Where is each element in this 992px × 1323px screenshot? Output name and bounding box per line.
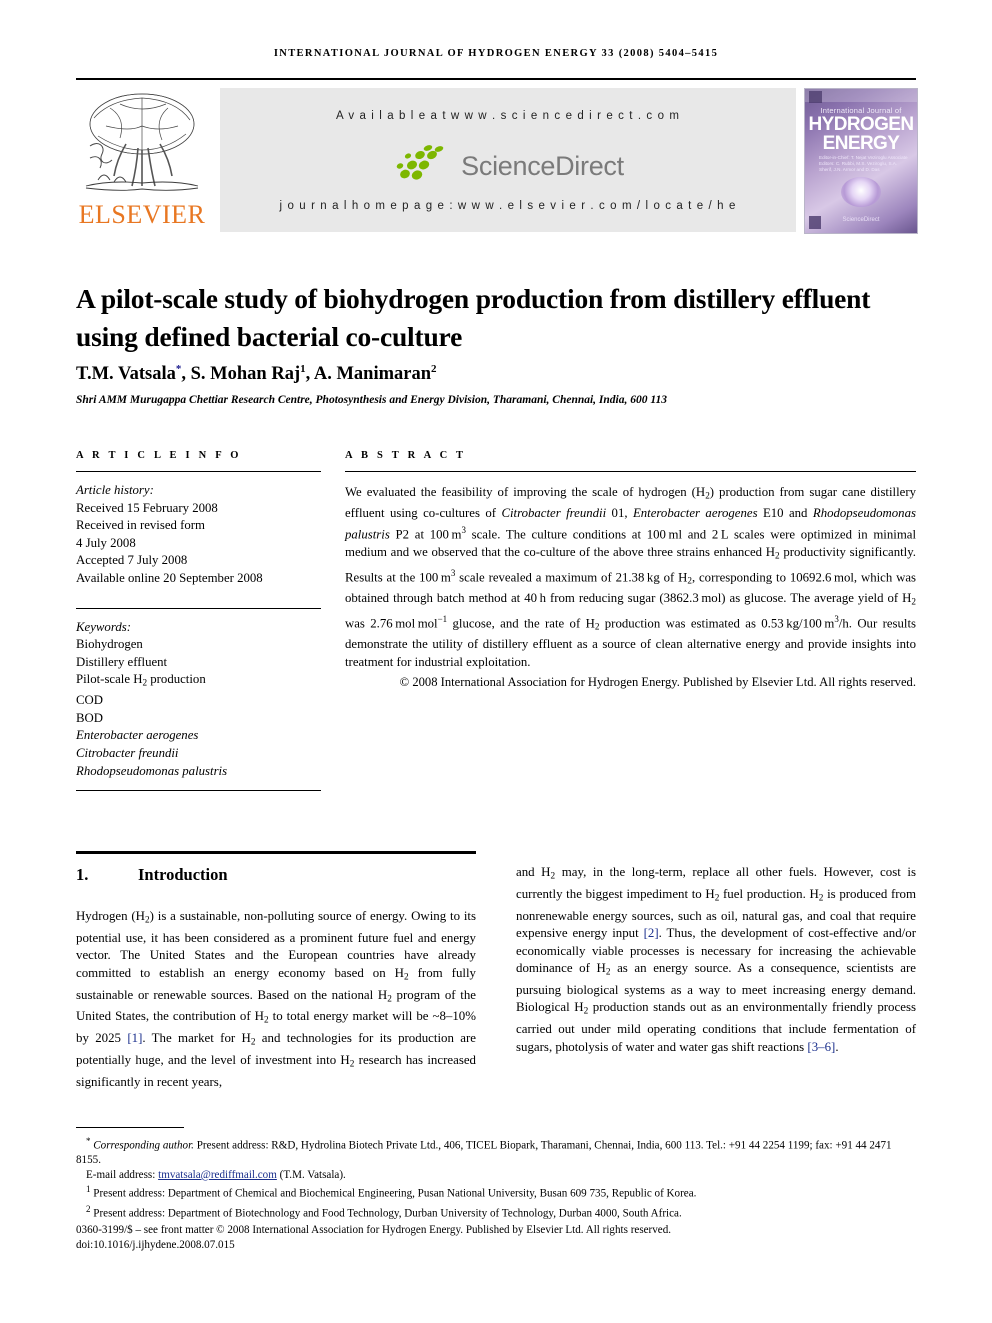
history-item: 4 July 2008: [76, 535, 136, 550]
cover-bottom-badge: [809, 216, 821, 229]
footnote-note-1: 1 Present address: Department of Chemica…: [76, 1182, 916, 1201]
footnote-note-1-text: Present address: Department of Chemical …: [93, 1188, 697, 1201]
abstract-copyright: © 2008 International Association for Hyd…: [399, 674, 916, 689]
abstract-block: A B S T R A C T We evaluated the feasibi…: [345, 450, 916, 691]
email-link[interactable]: tmvatsala@rediffmail.com: [158, 1169, 277, 1181]
header-divider: [76, 78, 916, 80]
footnotes-block: * Corresponding author. Present address:…: [76, 1134, 916, 1252]
elsevier-wordmark: ELSEVIER: [78, 200, 206, 229]
keyword-item: Pilot-scale H2 production: [76, 672, 206, 688]
footnote-email: E-mail address: tmvatsala@rediffmail.com…: [76, 1168, 916, 1183]
cover-publisher-badge: [809, 91, 822, 103]
keywords-label: Keywords:: [76, 619, 131, 634]
cover-orb-graphic: [841, 177, 881, 207]
cover-sciencedirect-label: ScienceDirect: [842, 217, 880, 223]
sciencedirect-leaves-icon: [392, 144, 452, 189]
article-info-block: A R T I C L E I N F O Article history: R…: [76, 450, 321, 792]
citation-link[interactable]: [2]: [644, 926, 659, 940]
body-column-right: and H2 may, in the long-term, replace al…: [516, 864, 916, 1056]
doi-line: doi:10.1016/j.ijhydene.2008.07.015: [76, 1238, 235, 1251]
article-info-divider: [76, 471, 321, 472]
abstract-heading: A B S T R A C T: [345, 450, 467, 461]
section-rule: [76, 851, 476, 854]
history-item: Received 15 February 2008: [76, 500, 218, 515]
journal-article-page: INTERNATIONAL JOURNAL OF HYDROGEN ENERGY…: [0, 0, 992, 1323]
author-3-mark: 2: [431, 363, 437, 375]
footnote-mark-1: 1: [86, 1184, 91, 1195]
keyword-item: BOD: [76, 710, 104, 725]
footnote-note-2: 2 Present address: Department of Biotech…: [76, 1202, 916, 1221]
body-column-left: 1. Introduction Hydrogen (H2) is a sustai…: [76, 864, 476, 1091]
keyword-item: Biohydrogen: [76, 637, 143, 652]
cover-editors: Editor-in-Chief: T. Nejat Veziroglu Asso…: [819, 155, 908, 173]
keywords-block: Keywords: Biohydrogen Distillery effluen…: [76, 619, 321, 781]
cover-title-energy: ENERGY: [822, 133, 900, 154]
author-2-name: , S. Mohan Raj: [181, 364, 301, 385]
email-owner: (T.M. Vatsala).: [279, 1168, 346, 1181]
keyword-item: Distillery effluent: [76, 654, 168, 669]
keywords-divider-bottom: [76, 790, 321, 792]
email-label: E-mail address:: [86, 1168, 156, 1181]
footnote-mark-2: 2: [86, 1203, 91, 1214]
section-heading: 1. Introduction: [76, 864, 476, 886]
footnote-corresponding-label: Corresponding author.: [93, 1139, 194, 1152]
abstract-text: We evaluated the feasibility of improvin…: [345, 485, 917, 670]
journal-cover-image: International Journal of HYDROGEN ENERGY…: [804, 88, 918, 234]
footnote-mark-star: *: [86, 1136, 91, 1146]
intro-paragraph-right: and H2 may, in the long-term, replace al…: [516, 865, 916, 1054]
keyword-item: COD: [76, 693, 104, 708]
page-title: A pilot-scale study of biohydrogen produ…: [76, 283, 871, 353]
history-item: Received in revised form: [76, 518, 205, 533]
keyword-item: Enterobacter aerogenes: [76, 728, 199, 743]
sciencedirect-banner: A v a i l a b l e a t w w w . s c i e n …: [220, 88, 796, 232]
sciencedirect-wordmark: ScienceDirect: [461, 151, 624, 181]
cover-title-hydrogen: HYDROGEN: [808, 114, 915, 135]
sciencedirect-logo: ScienceDirect: [220, 144, 796, 188]
citation-link[interactable]: [1]: [127, 1031, 142, 1045]
author-3-name: , A. Manimaran: [305, 364, 432, 385]
footnote-corresponding: * Corresponding author. Present address:…: [76, 1134, 916, 1168]
running-head: INTERNATIONAL JOURNAL OF HYDROGEN ENERGY…: [273, 48, 719, 59]
footnote-corresponding-text: Present address: R&D, Hydrolina Biotech …: [76, 1139, 892, 1167]
journal-homepage-text: j o u r n a l h o m e p a g e : w w w . …: [279, 200, 737, 212]
keywords-divider-top: [76, 607, 321, 609]
footnote-divider: [76, 1127, 184, 1128]
history-item: Accepted 7 July 2008: [76, 553, 188, 568]
masthead: ELSEVIER A v a i l a b l e a t w w w . s…: [76, 86, 918, 234]
keyword-item: Rhodopseudomonas palustris: [76, 763, 228, 778]
affiliation: Shri AMM Murugappa Chettiar Research Cen…: [76, 394, 667, 406]
section-number: 1.: [76, 865, 89, 884]
section-title: Introduction: [138, 865, 228, 884]
footnote-note-2-text: Present address: Department of Biotechno…: [93, 1207, 682, 1220]
keyword-item: Citrobacter freundii: [76, 746, 179, 761]
author-list: T.M. Vatsala*, S. Mohan Raj1, A. Manimar…: [76, 357, 916, 386]
available-at-text: A v a i l a b l e a t w w w . s c i e n …: [335, 110, 681, 122]
author-1-name: T.M. Vatsala: [76, 364, 176, 385]
article-info-heading: A R T I C L E I N F O: [76, 450, 242, 461]
history-item: Available online 20 September 2008: [76, 570, 263, 585]
elsevier-logo: ELSEVIER: [76, 86, 208, 234]
front-matter-line: 0360-3199/$ – see front matter © 2008 In…: [76, 1224, 672, 1237]
elsevier-tree-icon: [80, 88, 204, 200]
intro-paragraph-left: Hydrogen (H2) is a sustainable, non-poll…: [76, 909, 477, 1089]
article-history: Article history: Received 15 February 20…: [76, 482, 321, 588]
citation-link[interactable]: [3–6]: [807, 1040, 835, 1054]
article-history-label: Article history:: [76, 483, 154, 497]
abstract-divider: [345, 471, 916, 472]
